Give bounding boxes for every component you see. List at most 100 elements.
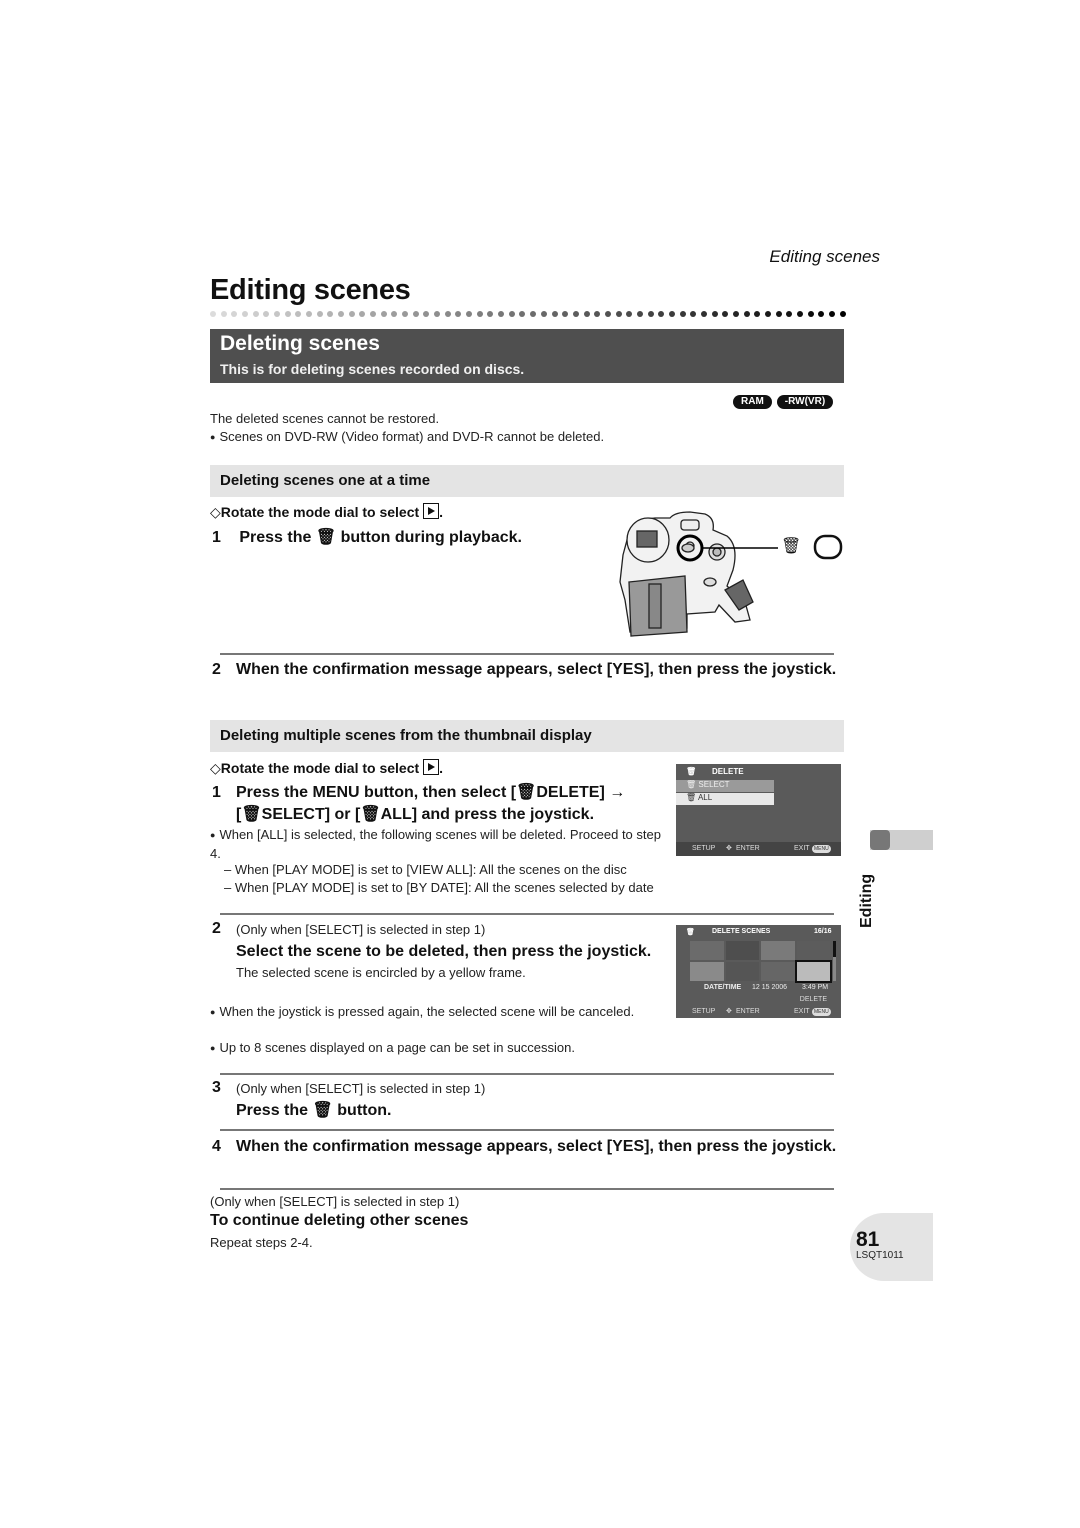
- menu-title: DELETE: [712, 767, 744, 776]
- divider-dot: [487, 311, 494, 317]
- step-condition: (Only when [SELECT] is selected in step …: [236, 922, 486, 937]
- divider-dot: [786, 311, 793, 317]
- divider-dot: [348, 311, 355, 317]
- step-number: 2: [212, 661, 221, 678]
- divider-dot: [668, 311, 675, 317]
- divider-dot: [210, 311, 216, 317]
- divider-dot: [444, 311, 451, 317]
- dash-text: When [PLAY MODE] is set to [VIEW ALL]: A…: [234, 862, 627, 877]
- scrollbar[interactable]: [833, 941, 836, 981]
- chapter-tab-marker: [870, 830, 890, 850]
- divider-dot: [338, 311, 345, 317]
- page-number: 81: [856, 1228, 880, 1251]
- step-number: 3: [212, 1079, 221, 1096]
- divider-dot: [263, 311, 270, 317]
- instruction-text: Rotate the mode dial to select: [220, 504, 420, 520]
- divider-dot: [295, 311, 302, 317]
- divider-dot: [327, 311, 334, 317]
- divider-dot: [508, 311, 515, 317]
- step-text: Select the scene to be deleted, then pre…: [236, 943, 652, 960]
- thumbnail[interactable]: [761, 941, 795, 960]
- diamond-icon: ◇: [210, 504, 221, 520]
- divider-dot: [242, 311, 249, 317]
- menu-item-label: SELECT: [698, 780, 730, 789]
- thumbnail[interactable]: [761, 962, 795, 981]
- running-header: Editing scenes: [769, 247, 880, 266]
- thumbnail[interactable]: [690, 941, 724, 960]
- section-header: Deleting scenes This is for deleting sce…: [210, 329, 844, 383]
- thumbnail-grid: [690, 941, 832, 983]
- instruction-text: Rotate the mode dial to select: [220, 760, 420, 776]
- divider-dot: [743, 311, 750, 317]
- divider-dot: [690, 311, 697, 317]
- thumbnail[interactable]: [796, 941, 830, 960]
- mode-dial-instruction: ◇Rotate the mode dial to select.: [210, 503, 444, 520]
- divider-dot: [380, 311, 387, 317]
- thumbnail[interactable]: [725, 941, 759, 960]
- divider: [220, 1073, 834, 1075]
- divider-dot: [231, 311, 238, 317]
- dash-item: – When [PLAY MODE] is set to [BY DATE]: …: [224, 880, 654, 895]
- divider-dot: [359, 311, 366, 317]
- divider-dot: [700, 311, 707, 317]
- subheading-one-at-a-time: Deleting scenes one at a time: [210, 465, 844, 497]
- divider: [220, 653, 834, 655]
- chapter-label-text: Editing: [858, 873, 875, 928]
- date-value: 12 15 2006: [752, 984, 788, 991]
- divider-dot: [754, 311, 761, 317]
- divider-dot: [562, 311, 569, 317]
- divider-dot: [220, 311, 227, 317]
- divider-dot: [615, 311, 622, 317]
- badge-rw-vr: -RW(VR): [776, 395, 834, 409]
- divider-dot: [423, 311, 430, 317]
- delete-menu-screenshot: 🗑︎ DELETE 🗑︎ SELECT 🗑︎ ALL SETUP ✥ ENTER…: [676, 764, 841, 856]
- step-text: button during playback.: [340, 529, 522, 546]
- divider-dot: [572, 311, 579, 317]
- mode-dial-instruction: ◇Rotate the mode dial to select.: [210, 759, 444, 776]
- divider: [220, 913, 834, 915]
- divider-dot: [828, 311, 835, 317]
- divider-dot: [839, 311, 846, 317]
- divider-dot: [711, 311, 718, 317]
- divider-dot: [679, 311, 686, 317]
- footer-exit: EXIT: [794, 1008, 810, 1015]
- divider-dot: [732, 311, 739, 317]
- all-selected-bullet: When [ALL] is selected, the following sc…: [210, 826, 670, 863]
- step-text: Press the: [239, 529, 312, 546]
- cancel-bullet: When the joystick is pressed again, the …: [210, 1003, 640, 1022]
- thumbnail-selected[interactable]: [794, 960, 832, 983]
- divider-dot: [455, 311, 462, 317]
- divider-dot: [551, 311, 558, 317]
- thumbnail[interactable]: [690, 962, 724, 981]
- thumbnail[interactable]: [725, 962, 759, 981]
- continue-heading: To continue deleting other scenes: [210, 1212, 469, 1229]
- divider-dot: [647, 311, 654, 317]
- diamond-icon: ◇: [210, 760, 221, 776]
- divider-dot: [284, 311, 291, 317]
- divider-dot: [594, 311, 601, 317]
- page-title: Editing scenes: [210, 274, 411, 306]
- divider-dot: [722, 311, 729, 317]
- trash-select-icon: 🗑︎: [241, 806, 262, 823]
- divider-dot: [412, 311, 419, 317]
- step-text: When the confirmation message appears, s…: [236, 1138, 837, 1155]
- step-condition: (Only when [SELECT] is selected in step …: [236, 1081, 486, 1096]
- restore-note: The deleted scenes cannot be restored.: [210, 411, 440, 426]
- step-2-multiple: 2 (Only when [SELECT] is selected in ste…: [212, 920, 662, 980]
- divider-dot: [583, 311, 590, 317]
- menu-item-all: 🗑︎ ALL: [676, 793, 774, 805]
- menu-button-icon: MENU: [812, 845, 831, 853]
- subheading-text: Deleting scenes one at a time: [220, 472, 431, 489]
- step-number: 2: [212, 920, 221, 937]
- menu-item-select: 🗑︎ SELECT: [676, 780, 774, 792]
- footer-enter: ENTER: [736, 1008, 760, 1015]
- divider-dot: [775, 311, 782, 317]
- step-text: SELECT] or [: [261, 806, 361, 823]
- dash-text: When [PLAY MODE] is set to [BY DATE]: Al…: [234, 880, 654, 895]
- subheading-multiple: Deleting multiple scenes from the thumbn…: [210, 720, 844, 752]
- playback-mode-icon: [423, 503, 440, 519]
- step-1-multiple: 1 Press the MENU button, then select [🗑︎…: [212, 782, 682, 826]
- step-note: The selected scene is encircled by a yel…: [236, 965, 526, 980]
- divider-dot: [391, 311, 398, 317]
- step-text: When the confirmation message appears, s…: [236, 661, 837, 678]
